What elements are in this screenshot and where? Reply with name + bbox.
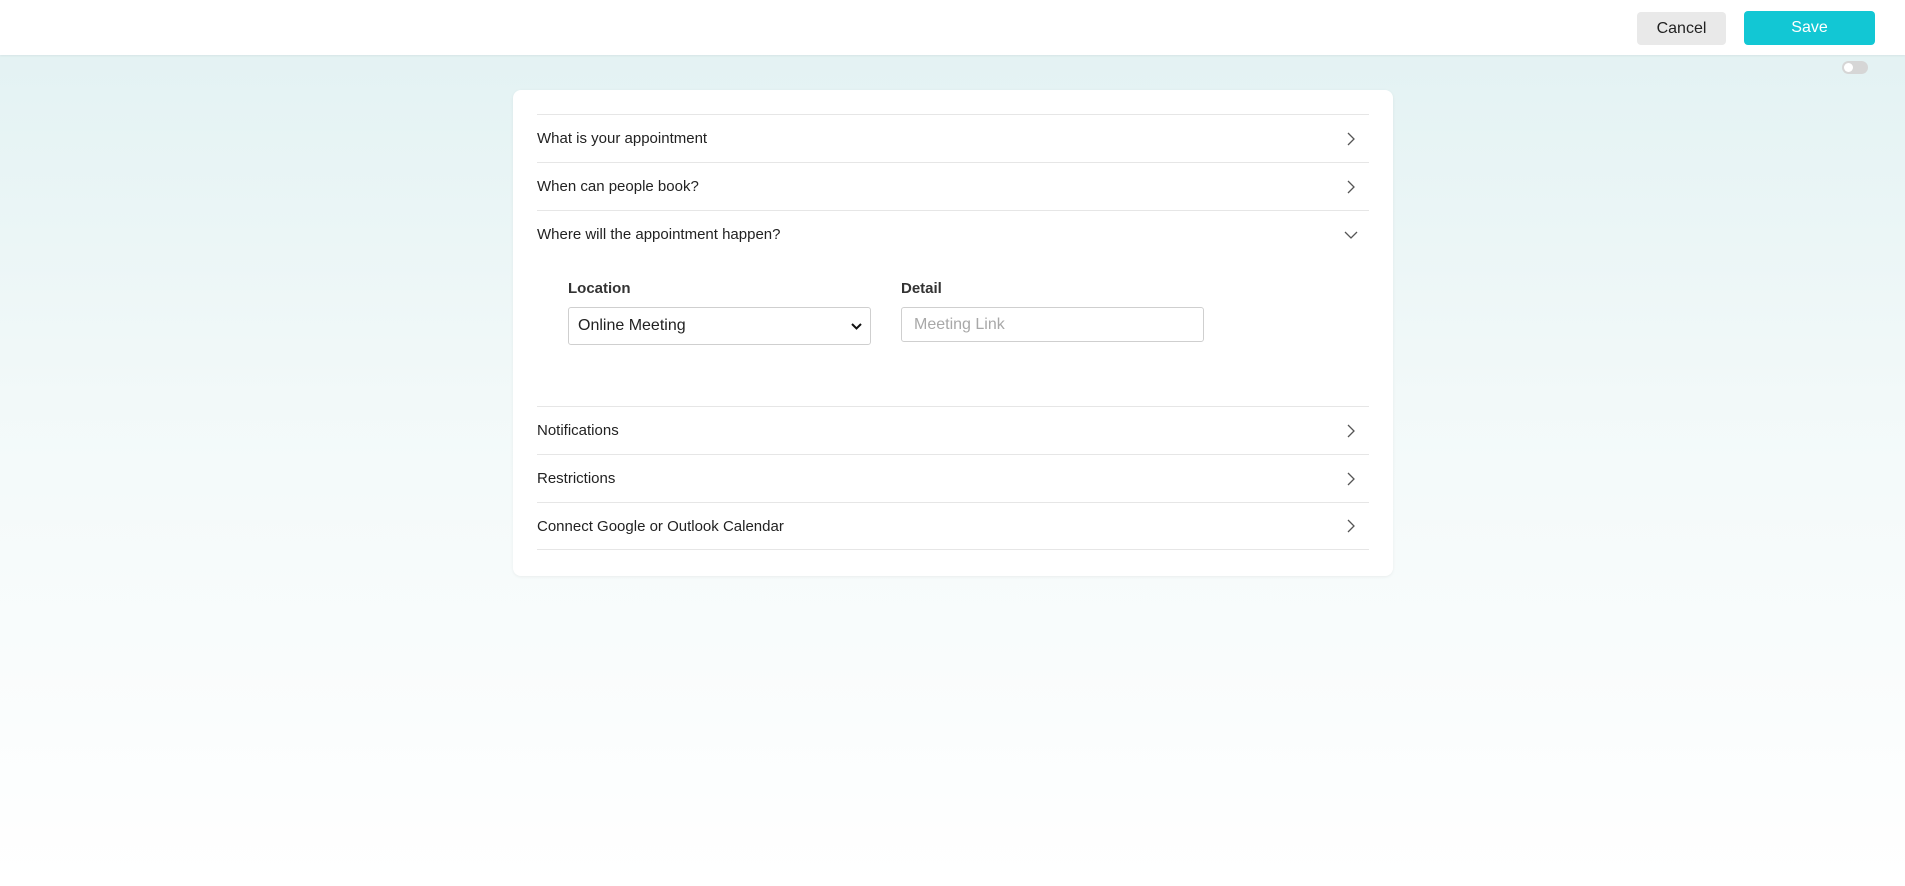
section-when-book[interactable]: When can people book?	[537, 162, 1369, 210]
chevron-right-icon	[1341, 177, 1361, 197]
top-bar: Cancel Save	[0, 0, 1905, 55]
section-label: Restrictions	[537, 470, 616, 487]
cancel-button[interactable]: Cancel	[1637, 12, 1726, 45]
settings-card: What is your appointment When can people…	[513, 90, 1393, 576]
section-connect-calendar[interactable]: Connect Google or Outlook Calendar	[537, 502, 1369, 550]
chevron-right-icon	[1341, 516, 1361, 536]
toggle-switch[interactable]	[1842, 61, 1868, 74]
section-notifications[interactable]: Notifications	[537, 406, 1369, 454]
section-restrictions[interactable]: Restrictions	[537, 454, 1369, 502]
chevron-down-icon	[1341, 225, 1361, 245]
section-label: Notifications	[537, 422, 619, 439]
chevron-right-icon	[1341, 129, 1361, 149]
section-label: When can people book?	[537, 178, 699, 195]
location-label: Location	[568, 280, 631, 297]
toggle-knob	[1844, 63, 1853, 72]
section-label: Where will the appointment happen?	[537, 226, 781, 243]
chevron-right-icon	[1341, 421, 1361, 441]
section-where-appointment[interactable]: Where will the appointment happen?	[537, 210, 1369, 258]
section-what-appointment[interactable]: What is your appointment	[537, 114, 1369, 162]
chevron-down-icon	[851, 317, 862, 335]
chevron-right-icon	[1341, 469, 1361, 489]
save-button[interactable]: Save	[1744, 11, 1875, 45]
detail-label: Detail	[901, 280, 942, 297]
meeting-link-input[interactable]	[901, 307, 1204, 342]
location-select[interactable]: Online Meeting	[568, 307, 871, 345]
section-label: What is your appointment	[537, 130, 708, 147]
section-label: Connect Google or Outlook Calendar	[537, 517, 784, 535]
location-select-value: Online Meeting	[578, 317, 686, 334]
